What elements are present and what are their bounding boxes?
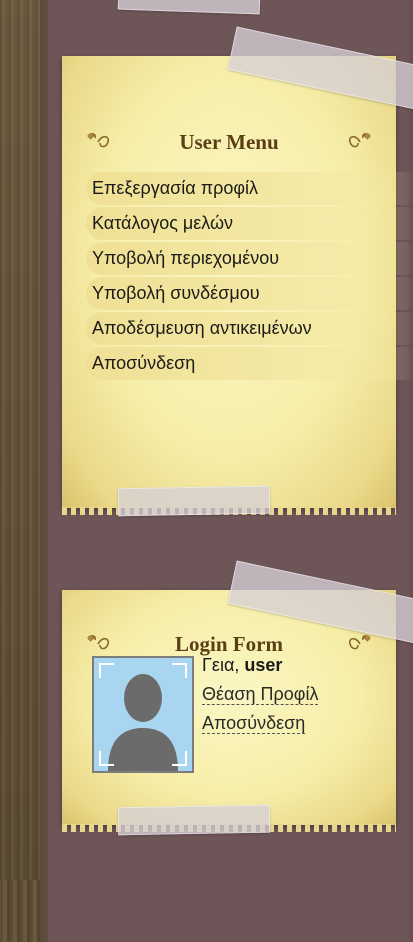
menu-item-label: Επεξεργασία προφίλ <box>92 178 259 198</box>
menu-item-submit-content[interactable]: Υποβολή περιεχομένου <box>86 242 413 275</box>
logout-row: Αποσύνδεση <box>202 710 318 739</box>
user-menu-title-row: User Menu <box>62 130 396 155</box>
tape-strip <box>117 485 271 517</box>
menu-item-label: Αποσύνδεση <box>92 353 196 373</box>
flourish-ornament-icon <box>348 635 371 650</box>
menu-item-submit-link[interactable]: Υποβολή συνδέσμου <box>86 277 413 310</box>
username: user <box>244 655 283 675</box>
menu-item-checkin-items[interactable]: Αποδέσμευση αντικειμένων <box>86 312 413 345</box>
menu-item-member-list[interactable]: Κατάλογος μελών <box>86 207 413 240</box>
menu-item-logout[interactable]: Αποσύνδεση <box>86 347 413 380</box>
login-greeting-block: Γεια, user Θέαση Προφίλ Αποσύνδεση <box>202 652 319 739</box>
user-menu-title: User Menu <box>179 130 279 154</box>
menu-item-edit-profile[interactable]: Επεξεργασία προφίλ <box>86 172 413 205</box>
user-menu-module: User Menu Επεξεργασία προφίλ Κατάλογος μ… <box>62 56 413 515</box>
user-silhouette-icon <box>99 663 187 771</box>
view-profile-link[interactable]: Θέαση Προφίλ <box>202 684 319 705</box>
menu-item-label: Υποβολή συνδέσμου <box>92 283 260 303</box>
column-edge <box>40 0 48 942</box>
flourish-ornament-icon <box>87 635 110 650</box>
menu-item-label: Υποβολή περιεχομένου <box>92 248 280 268</box>
tape-strip <box>117 804 271 836</box>
flourish-ornament-icon <box>87 133 110 148</box>
menu-item-label: Κατάλογος μελών <box>92 213 234 233</box>
greeting-line: Γεια, user <box>202 652 318 681</box>
logout-link[interactable]: Αποσύνδεση <box>202 713 306 734</box>
flourish-ornament-icon <box>348 133 371 148</box>
greeting-prefix: Γεια, <box>202 655 240 675</box>
avatar <box>92 656 194 773</box>
menu-item-label: Αποδέσμευση αντικειμένων <box>92 318 312 338</box>
user-menu-list: Επεξεργασία προφίλ Κατάλογος μελών Υποβο… <box>86 172 413 382</box>
view-profile-row: Θέαση Προφίλ <box>202 681 319 710</box>
